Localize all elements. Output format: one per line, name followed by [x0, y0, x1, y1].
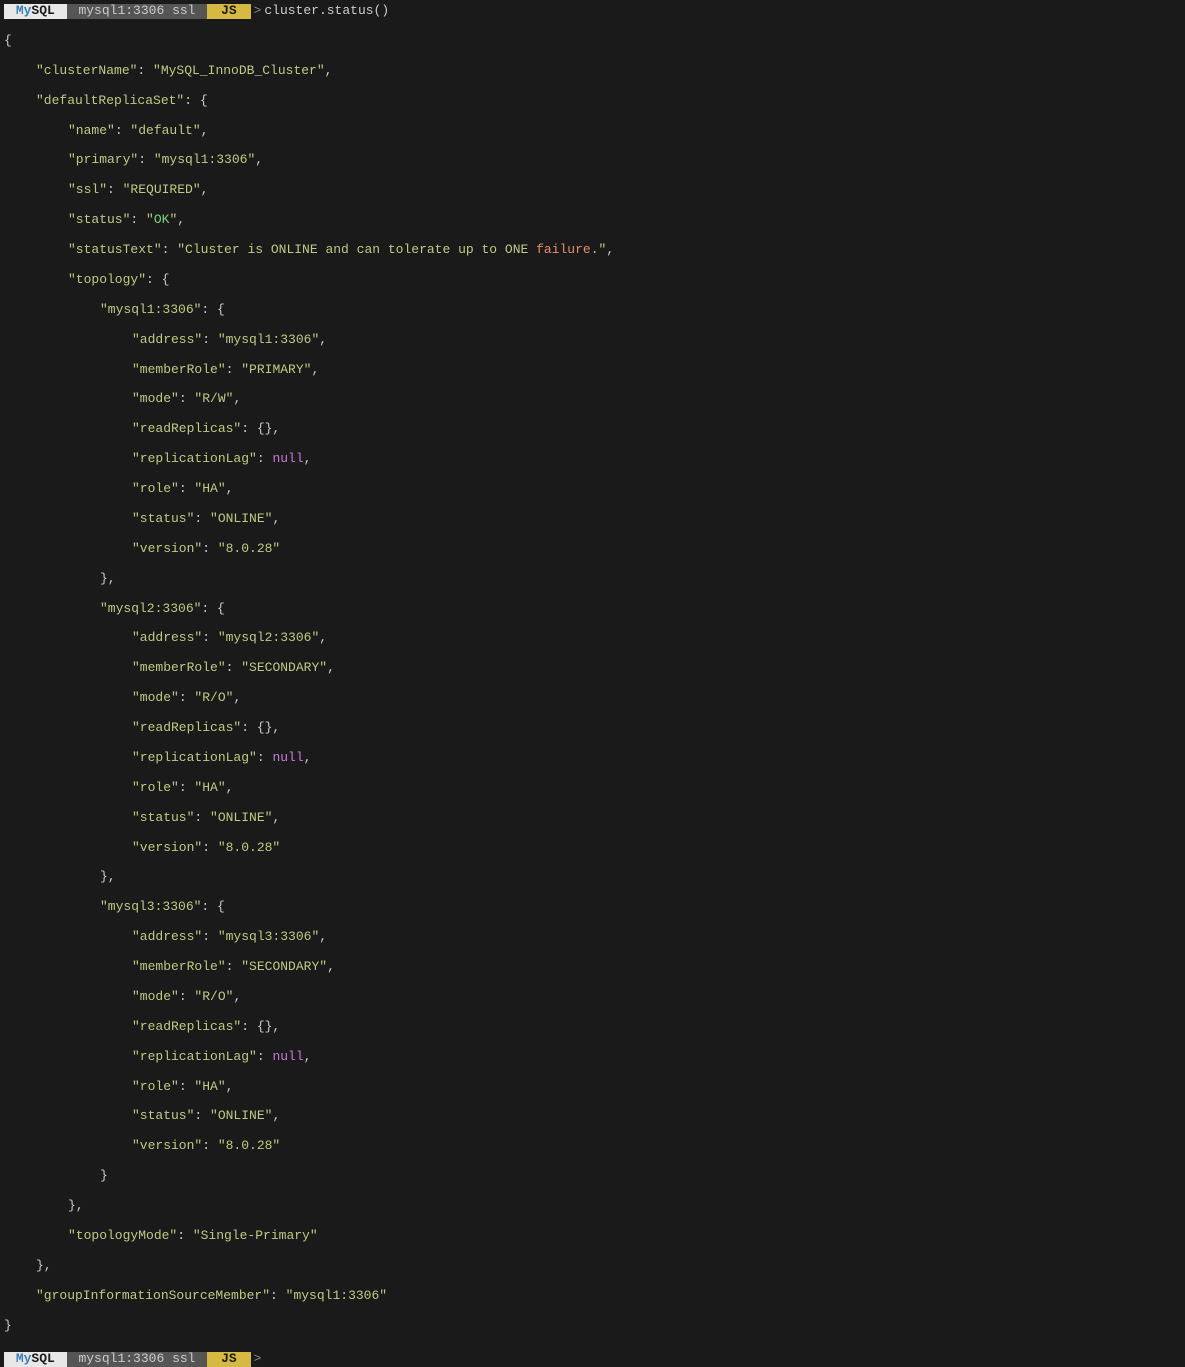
node1-role: "role": "HA",: [4, 482, 1181, 497]
node1-close: },: [4, 572, 1181, 587]
node1-key-line: "mysql1:3306": {: [4, 303, 1181, 318]
node1-memberrole: "memberRole": "PRIMARY",: [4, 363, 1181, 378]
topology-mode-line: "topologyMode": "Single-Primary": [4, 1229, 1181, 1244]
node2-close: },: [4, 870, 1181, 885]
prompt-arrow: >: [251, 4, 265, 19]
node2-status: "status": "ONLINE",: [4, 811, 1181, 826]
mysql-badge-bottom: MySQL: [4, 1352, 67, 1367]
brace-close: }: [4, 1319, 1181, 1334]
node3-readreplicas: "readReplicas": {},: [4, 1020, 1181, 1035]
node1-mode: "mode": "R/W",: [4, 392, 1181, 407]
node3-address: "address": "mysql3:3306",: [4, 930, 1181, 945]
node2-version: "version": "8.0.28": [4, 841, 1181, 856]
node2-mode: "mode": "R/O",: [4, 691, 1181, 706]
ssl-line: "ssl": "REQUIRED",: [4, 183, 1181, 198]
topology-close: },: [4, 1199, 1181, 1214]
status-line: "status": "OK",: [4, 213, 1181, 228]
prompt-arrow-bottom: >: [251, 1352, 265, 1367]
node3-mode: "mode": "R/O",: [4, 990, 1181, 1005]
js-badge: JS: [207, 4, 250, 19]
node3-status: "status": "ONLINE",: [4, 1109, 1181, 1124]
node1-readreplicas: "readReplicas": {},: [4, 422, 1181, 437]
node3-role: "role": "HA",: [4, 1080, 1181, 1095]
node1-status: "status": "ONLINE",: [4, 512, 1181, 527]
node3-key-line: "mysql3:3306": {: [4, 900, 1181, 915]
command-input[interactable]: cluster.status(): [264, 4, 389, 19]
brace-open: {: [4, 34, 1181, 49]
cluster-name-line: "clusterName": "MySQL_InnoDB_Cluster",: [4, 64, 1181, 79]
mysql-badge-post: SQL: [31, 3, 54, 18]
node3-memberrole: "memberRole": "SECONDARY",: [4, 960, 1181, 975]
node3-replicationlag: "replicationLag": null,: [4, 1050, 1181, 1065]
default-replicaset-line: "defaultReplicaSet": {: [4, 94, 1181, 109]
mysql-badge-pre: My: [16, 3, 32, 18]
bottom-prompt-line[interactable]: MySQL mysql1:3306 ssl JS >: [4, 1352, 1181, 1367]
node2-memberrole: "memberRole": "SECONDARY",: [4, 661, 1181, 676]
json-output: { "clusterName": "MySQL_InnoDB_Cluster",…: [4, 19, 1181, 1348]
prompt-line[interactable]: MySQL mysql1:3306 ssl JS > cluster.statu…: [4, 4, 1181, 19]
node3-close: }: [4, 1169, 1181, 1184]
mysql-badge: MySQL: [4, 4, 67, 19]
name-line: "name": "default",: [4, 124, 1181, 139]
js-badge-bottom: JS: [207, 1352, 250, 1367]
topology-line: "topology": {: [4, 273, 1181, 288]
host-badge: mysql1:3306 ssl: [67, 4, 208, 19]
node1-replicationlag: "replicationLag": null,: [4, 452, 1181, 467]
status-text-line: "statusText": "Cluster is ONLINE and can…: [4, 243, 1181, 258]
replicaset-close: },: [4, 1259, 1181, 1274]
node1-address: "address": "mysql1:3306",: [4, 333, 1181, 348]
node1-version: "version": "8.0.28": [4, 542, 1181, 557]
host-badge-bottom: mysql1:3306 ssl: [67, 1352, 208, 1367]
primary-line: "primary": "mysql1:3306",: [4, 153, 1181, 168]
node3-version: "version": "8.0.28": [4, 1139, 1181, 1154]
node2-replicationlag: "replicationLag": null,: [4, 751, 1181, 766]
node2-role: "role": "HA",: [4, 781, 1181, 796]
node2-readreplicas: "readReplicas": {},: [4, 721, 1181, 736]
node2-key-line: "mysql2:3306": {: [4, 602, 1181, 617]
group-info-line: "groupInformationSourceMember": "mysql1:…: [4, 1289, 1181, 1304]
node2-address: "address": "mysql2:3306",: [4, 631, 1181, 646]
